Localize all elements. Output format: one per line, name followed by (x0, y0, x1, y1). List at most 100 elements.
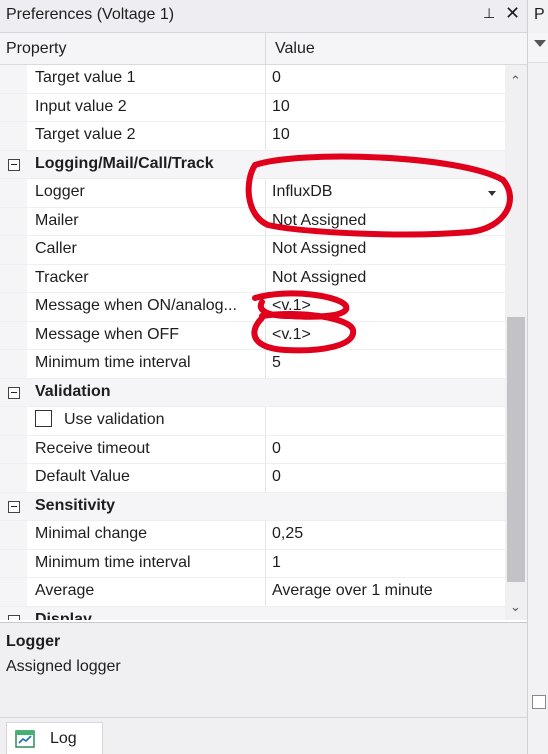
tab-log[interactable]: Log (6, 722, 103, 754)
property-row[interactable]: Target value 2 10 (0, 122, 505, 151)
row-gutter (0, 521, 27, 549)
pin-icon[interactable]: ⊥ (483, 5, 495, 22)
collapse-icon[interactable] (8, 158, 20, 171)
collapse-icon[interactable] (8, 386, 20, 399)
row-gutter (0, 264, 27, 292)
property-grid: Target value 1 0 Input value 2 10 Target val… (0, 65, 505, 620)
property-row[interactable]: Average Average over 1 minute (0, 578, 505, 607)
cell-divider (265, 236, 266, 264)
cell-divider (265, 179, 266, 207)
row-gutter (0, 407, 27, 435)
property-value[interactable]: 10 (272, 126, 290, 144)
property-value[interactable]: 0,25 (272, 525, 303, 543)
property-value[interactable]: Not Assigned (272, 269, 366, 287)
property-row[interactable]: Input value 2 10 (0, 93, 505, 122)
property-row[interactable]: Mailer Not Assigned (0, 207, 505, 236)
vertical-scrollbar[interactable]: ⌃ ⌄ (505, 65, 527, 620)
category-row[interactable]: Display (0, 606, 505, 620)
property-name: Logger (35, 183, 85, 200)
property-value[interactable]: 0 (272, 440, 281, 458)
row-gutter (0, 93, 27, 121)
scroll-up-icon[interactable]: ⌃ (510, 73, 521, 89)
category-label: Validation (35, 382, 111, 400)
row-gutter (0, 207, 27, 235)
property-name: Minimum time interval (35, 553, 191, 571)
property-value[interactable]: <v.1> (272, 297, 311, 315)
cell-divider (265, 435, 266, 463)
bottom-tab-strip: Log (0, 717, 527, 754)
property-value[interactable]: 5 (272, 354, 281, 372)
property-name: Target value 1 (35, 69, 136, 86)
scroll-down-icon[interactable]: ⌄ (510, 599, 521, 615)
property-name: Receive timeout (35, 439, 150, 457)
row-gutter (0, 350, 27, 378)
logger-select[interactable]: InfluxDB (272, 183, 332, 201)
adjacent-panel-checkbox[interactable] (532, 695, 546, 709)
row-gutter (0, 435, 27, 463)
collapse-icon[interactable] (8, 500, 20, 513)
property-description: Logger Assigned logger (0, 622, 527, 717)
category-row[interactable]: Validation (0, 378, 505, 407)
property-value[interactable]: Not Assigned (272, 240, 366, 258)
panel-title: Preferences (Voltage 1) (6, 6, 175, 23)
property-row[interactable]: Receive timeout 0 (0, 435, 505, 464)
row-gutter (0, 236, 27, 264)
cell-divider (265, 264, 266, 292)
column-divider[interactable] (265, 33, 266, 64)
property-name: Caller (35, 240, 77, 257)
property-name: Default Value (35, 468, 130, 485)
adjacent-panel-title: P (534, 6, 545, 23)
use-validation-checkbox[interactable] (35, 410, 52, 427)
row-gutter (0, 65, 27, 93)
column-header-value[interactable]: Value (275, 40, 315, 58)
property-row[interactable]: Use validation (0, 407, 505, 436)
category-label: Sensitivity (35, 496, 116, 514)
property-row[interactable]: Caller Not Assigned (0, 236, 505, 265)
panel-title-bar: Preferences (Voltage 1) ⊥ ✕ (0, 0, 527, 33)
category-row[interactable]: Sensitivity (0, 492, 505, 521)
dropdown-arrow-icon[interactable] (488, 191, 496, 196)
property-row[interactable]: Minimum time interval 1 (0, 549, 505, 578)
property-name: Use validation (64, 411, 165, 428)
property-row[interactable]: Logger InfluxDB (0, 179, 505, 208)
property-value[interactable]: <v.1> (272, 326, 311, 344)
property-row[interactable]: Default Value 0 (0, 464, 505, 493)
property-value[interactable]: Not Assigned (272, 212, 366, 230)
log-icon (15, 730, 35, 748)
row-gutter (0, 179, 27, 207)
tab-log-label: Log (50, 730, 77, 747)
row-gutter (0, 549, 27, 577)
row-gutter (0, 464, 27, 492)
property-grid-header: Property Value (0, 33, 527, 65)
property-value[interactable]: Average over 1 minute (272, 582, 433, 600)
cell-divider (265, 521, 266, 549)
property-row[interactable]: Message when ON/analog... <v.1> (0, 293, 505, 322)
scrollbar-thumb[interactable] (507, 317, 525, 582)
description-text: Assigned logger (6, 658, 121, 675)
chevron-down-icon[interactable] (534, 40, 546, 47)
category-row[interactable]: Logging/Mail/Call/Track (0, 150, 505, 179)
property-row[interactable]: Minimum time interval 5 (0, 350, 505, 379)
column-header-property[interactable]: Property (6, 40, 66, 58)
property-row[interactable]: Target value 1 0 (0, 65, 505, 94)
property-value[interactable]: 0 (272, 69, 281, 87)
cell-divider (265, 207, 266, 235)
property-value[interactable]: 0 (272, 468, 281, 486)
adjacent-panel: P (527, 0, 548, 754)
cell-divider (265, 549, 266, 577)
cell-divider (265, 464, 266, 492)
property-value[interactable]: 1 (272, 554, 281, 572)
property-row[interactable]: Minimal change 0,25 (0, 521, 505, 550)
property-name: Target value 2 (35, 126, 136, 143)
close-icon[interactable]: ✕ (505, 3, 520, 24)
property-value[interactable]: 10 (272, 98, 290, 116)
property-row[interactable]: Message when OFF <v.1> (0, 321, 505, 350)
cell-divider (265, 350, 266, 378)
category-label: Logging/Mail/Call/Track (35, 154, 214, 172)
row-gutter (0, 122, 27, 150)
cell-divider (265, 93, 266, 121)
property-row[interactable]: Tracker Not Assigned (0, 264, 505, 293)
cell-divider (265, 122, 266, 150)
collapse-icon[interactable] (8, 614, 20, 620)
adjacent-panel-header (528, 33, 548, 63)
